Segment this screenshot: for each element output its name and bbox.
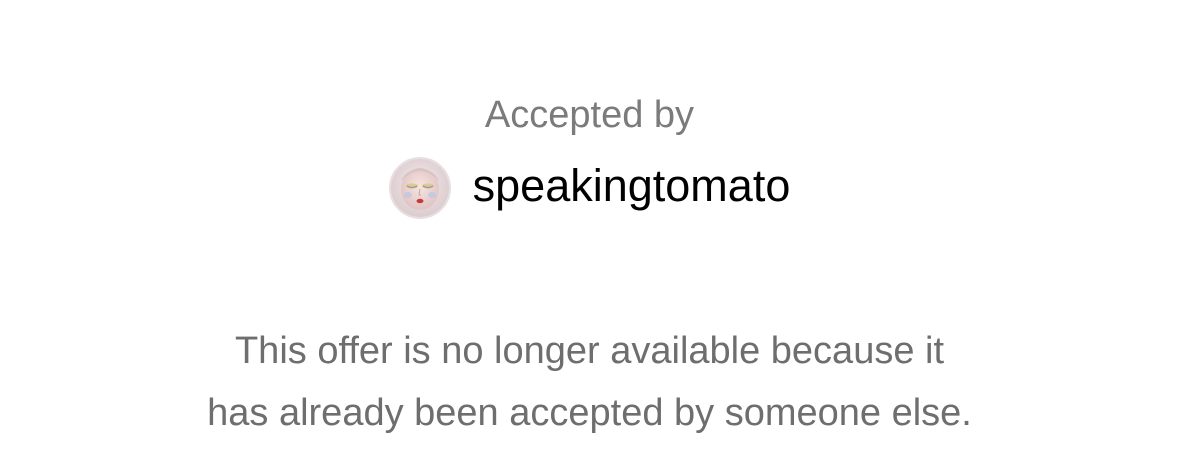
- message-line-1: This offer is no longer available becaus…: [234, 330, 945, 372]
- offer-unavailable-message: This offer is no longer available becaus…: [0, 320, 1179, 444]
- accepted-by-label: Accepted by: [484, 94, 695, 136]
- username[interactable]: speakingtomato: [473, 158, 791, 214]
- portrait-face-icon: [390, 159, 449, 217]
- user-avatar[interactable]: [388, 157, 451, 219]
- message-line-2: has already been accepted by someone els…: [207, 392, 972, 434]
- accepted-user[interactable]: speakingtomato: [0, 156, 1179, 220]
